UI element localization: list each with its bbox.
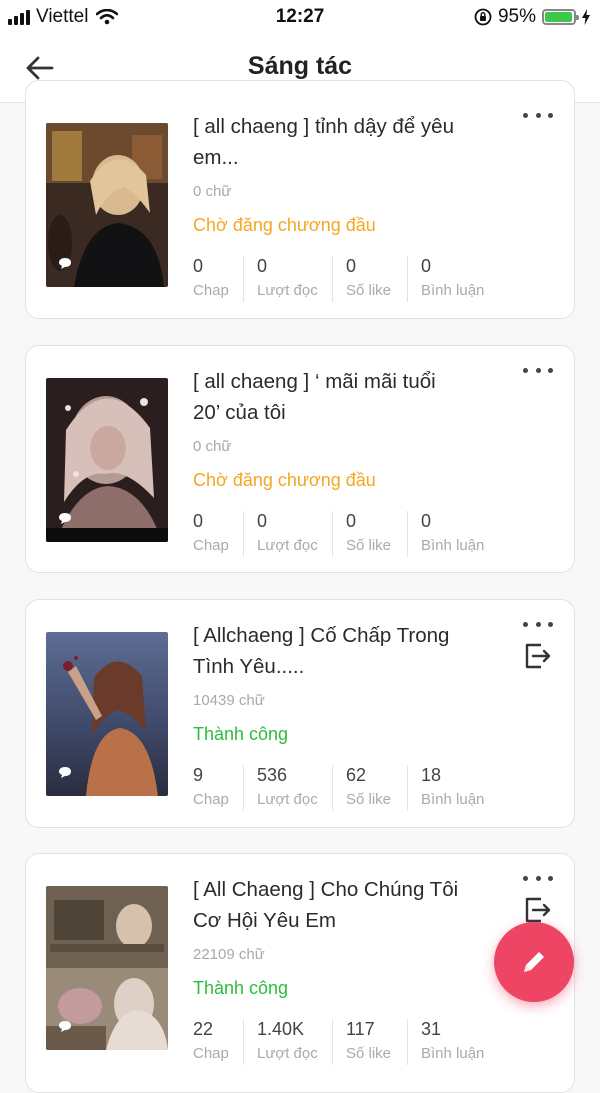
story-cover-image [46,886,168,1050]
story-cover-image [46,378,168,542]
more-options-button[interactable] [523,108,553,122]
more-options-button[interactable] [523,617,553,631]
stat-reads: 0 Lượt đọc [243,256,332,302]
exit-icon [525,643,551,669]
unpublish-button[interactable] [523,895,553,925]
chat-bubble-icon [59,767,71,778]
chat-bubble-icon [59,258,71,269]
more-dots-icon [523,112,528,118]
exit-icon [525,897,551,923]
story-stats: 0 Chap 0 Lượt đọc 0 Số like 0 Bình luận [193,256,511,302]
write-story-button[interactable] [494,922,574,1002]
story-title: [ all chaeng ] ‘ mãi mãi tuổi 20’ của tô… [193,370,436,424]
story-stats: 0 Chap 0 Lượt đọc 0 Số like 0 Bình luận [193,511,511,557]
word-count: 0 chữ [193,438,232,455]
stat-likes: 117 Số like [332,1019,407,1065]
more-dots-icon [523,367,528,373]
stat-comments: 0 Bình luận [407,511,511,557]
stat-likes: 62 Số like [332,765,407,811]
more-options-button[interactable] [523,871,553,885]
story-card[interactable]: [ all chaeng ] ‘ mãi mãi tuổi 20’ của tô… [25,345,575,573]
stat-chap: 22 Chap [193,1019,229,1062]
more-options-button[interactable] [523,363,553,377]
story-card[interactable]: [ all chaeng ] tỉnh dậy để yêu em... 0 c… [25,80,575,319]
stat-comments: 31 Bình luận [407,1019,511,1065]
stat-reads: 0 Lượt đọc [243,511,332,557]
battery-icon [542,9,579,25]
story-card[interactable]: [ Allchaeng ] Cố Chấp Trong Tình Yêu....… [25,599,575,828]
chat-bubble-icon [59,1021,71,1032]
more-dots-icon [523,621,528,627]
stat-comments: 18 Bình luận [407,765,511,811]
story-status: Chờ đăng chương đầu [193,470,376,490]
story-stats: 22 Chap 1.40K Lượt đọc 117 Số like 31 Bình l… [193,1019,511,1065]
story-status: Thành công [193,724,289,744]
story-card[interactable]: [ All Chaeng ] Cho Chúng Tôi Cơ Hội Yêu … [25,853,575,1093]
rotation-lock-icon [474,8,492,26]
battery-level [545,12,572,22]
story-title: [ Allchaeng ] Cố Chấp Trong Tình Yêu....… [193,624,450,678]
stat-chap: 0 Chap [193,511,229,554]
stat-chap: 0 Chap [193,256,229,299]
stat-likes: 0 Số like [332,256,407,302]
stat-chap: 9 Chap [193,765,229,808]
chat-bubble-icon [59,513,71,524]
stat-comments: 0 Bình luận [407,256,511,302]
status-bar: Viettel 12:27 95% [0,0,600,34]
battery-percent: 95% [497,6,536,27]
unpublish-button[interactable] [523,641,553,671]
stat-reads: 1.40K Lượt đọc [243,1019,332,1065]
story-title: [ All Chaeng ] Cho Chúng Tôi Cơ Hội Yêu … [193,878,459,932]
charging-icon [582,9,590,25]
page-title: Sáng tác [247,52,353,80]
story-status: Chờ đăng chương đầu [193,215,376,235]
word-count: 0 chữ [193,183,232,200]
story-cover-image [46,123,168,287]
stat-likes: 0 Số like [332,511,407,557]
story-stats: 9 Chap 536 Lượt đọc 62 Số like 18 Bình luận [193,765,511,811]
more-dots-icon [523,875,528,881]
pencil-icon [524,952,544,972]
story-status: Thành công [193,978,289,998]
story-title: [ all chaeng ] tỉnh dậy để yêu em... [193,115,454,169]
word-count: 22109 chữ [193,946,265,963]
word-count: 10439 chữ [193,692,265,709]
stat-reads: 536 Lượt đọc [243,765,332,811]
story-cover-image [46,632,168,796]
